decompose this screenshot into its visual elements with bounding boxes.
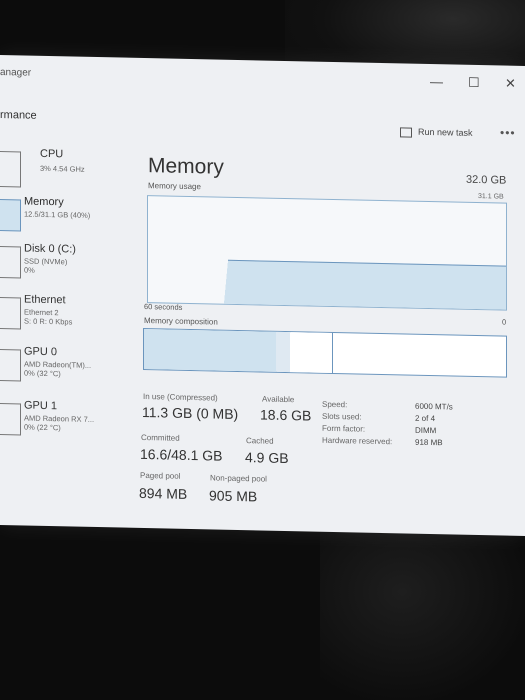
in-use-value: 11.3 GB (0 MB) — [142, 403, 239, 422]
sidebar-item-usage: 0% (32 °C) — [24, 368, 61, 379]
memory-usage-graph — [147, 195, 507, 311]
sidebar-item-label: Memory — [24, 195, 64, 209]
non-paged-pool-value: 905 MB — [209, 487, 258, 505]
speed-label: Speed: — [322, 399, 348, 410]
non-paged-pool-label: Non-paged pool — [210, 473, 267, 484]
memory-usage-label: Memory usage — [148, 181, 201, 192]
cpu-mini-graph — [0, 151, 21, 188]
sidebar-item-memory[interactable]: Memory 12.5/31.1 GB (40%) — [0, 195, 118, 232]
gpu0-mini-graph — [0, 349, 21, 382]
memory-usage-fill — [228, 259, 506, 310]
memory-composition-bar — [143, 327, 507, 378]
run-task-icon — [400, 127, 412, 138]
app-title: anager — [0, 67, 32, 79]
paged-pool-label: Paged pool — [140, 470, 181, 481]
composition-in-use — [144, 329, 277, 372]
memory-mini-graph — [0, 199, 21, 232]
sidebar-item-usage: 0% — [24, 265, 35, 275]
hardware-reserved-label: Hardware reserved: — [322, 435, 393, 447]
task-manager-window: anager — ☐ ✕ rmance Run new task ••• CPU… — [0, 55, 525, 536]
slots-used-value: 2 of 4 — [415, 413, 436, 424]
ethernet-mini-graph — [0, 297, 21, 330]
background-glare-lower — [320, 520, 525, 700]
more-options-button[interactable]: ••• — [500, 125, 516, 139]
graph-zero-label: 0 — [502, 317, 507, 327]
sidebar-item-detail: 3% 4.54 GHz — [40, 163, 85, 174]
section-title: rmance — [0, 109, 37, 122]
sidebar-item-label: CPU — [40, 147, 64, 161]
close-button[interactable]: ✕ — [505, 76, 516, 92]
composition-modified — [276, 331, 291, 373]
sidebar-item-label: Ethernet — [24, 293, 66, 307]
speed-value: 6000 MT/s — [415, 401, 453, 412]
sidebar-item-usage: 0% (22 °C) — [24, 422, 61, 433]
sidebar-item-usage: S: 0 R: 0 Kbps — [24, 316, 73, 327]
in-use-label: In use (Compressed) — [143, 391, 218, 403]
run-new-task-label: Run new task — [418, 126, 473, 138]
sidebar-item-label: GPU 0 — [24, 345, 58, 359]
photo-stage: anager — ☐ ✕ rmance Run new task ••• CPU… — [0, 0, 525, 700]
maximize-button[interactable]: ☐ — [468, 75, 480, 91]
paged-pool-value: 894 MB — [139, 484, 188, 502]
sidebar-item-ethernet[interactable]: Ethernet Ethernet 2 S: 0 R: 0 Kbps — [0, 293, 118, 330]
run-new-task-button[interactable]: Run new task — [400, 126, 473, 138]
gpu1-mini-graph — [0, 403, 21, 436]
total-memory: 32.0 GB — [466, 173, 507, 187]
sidebar-item-detail: 12.5/31.1 GB (40%) — [24, 209, 91, 220]
committed-value: 16.6/48.1 GB — [140, 445, 223, 464]
page-title: Memory — [148, 154, 224, 179]
committed-label: Committed — [141, 432, 180, 443]
minimize-button[interactable]: — — [430, 74, 443, 89]
memory-composition-label: Memory composition — [144, 316, 218, 327]
cached-value: 4.9 GB — [245, 449, 289, 467]
hardware-reserved-value: 918 MB — [415, 437, 443, 448]
memory-usage-max: 31.1 GB — [478, 193, 504, 201]
disk-mini-graph — [0, 246, 21, 279]
slots-used-label: Slots used: — [322, 411, 362, 422]
form-factor-value: DIMM — [415, 425, 437, 436]
sidebar-item-gpu0[interactable]: GPU 0 AMD Radeon(TM)... 0% (32 °C) — [0, 345, 118, 382]
available-value: 18.6 GB — [260, 406, 312, 424]
sidebar-item-label: Disk 0 (C:) — [24, 242, 76, 256]
available-label: Available — [262, 394, 295, 405]
form-factor-label: Form factor: — [322, 423, 366, 434]
composition-standby — [290, 332, 333, 373]
sidebar-item-gpu1[interactable]: GPU 1 AMD Radeon RX 7... 0% (22 °C) — [0, 399, 118, 436]
sidebar-item-cpu[interactable]: CPU 3% 4.54 GHz — [0, 147, 118, 188]
sidebar-item-disk[interactable]: Disk 0 (C:) SSD (NVMe) 0% — [0, 242, 118, 279]
graph-time-label: 60 seconds — [144, 302, 183, 312]
sidebar-item-label: GPU 1 — [24, 399, 58, 413]
cached-label: Cached — [246, 436, 274, 446]
